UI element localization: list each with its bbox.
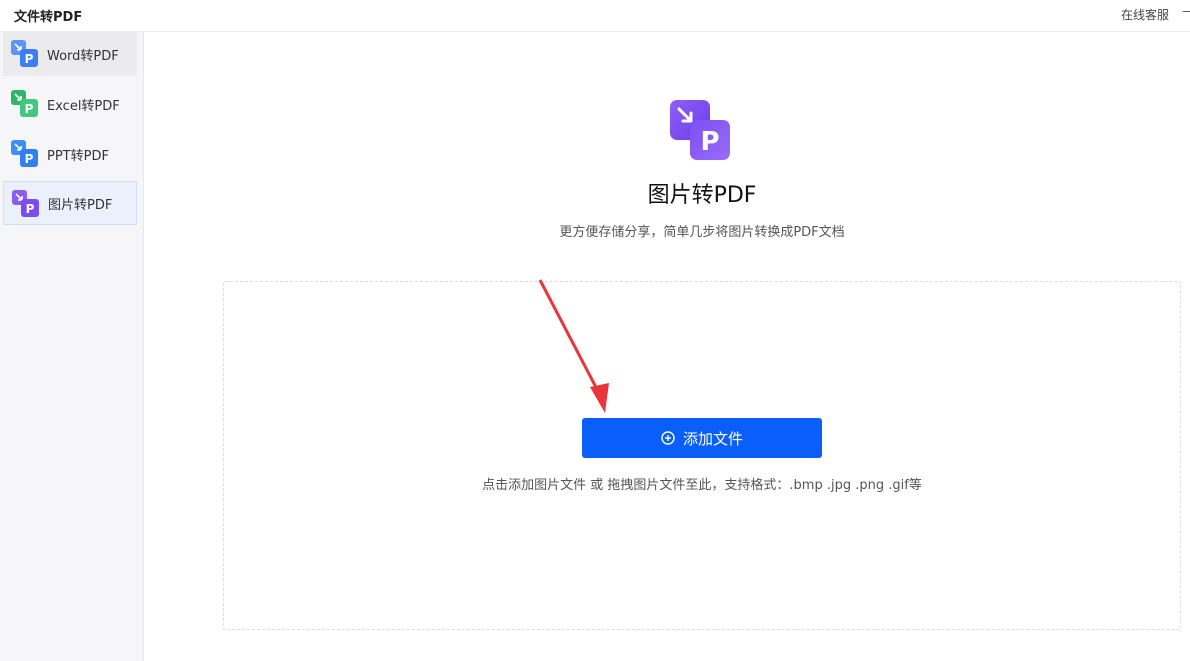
upload-hint: 点击添加图片文件 或 拖拽图片文件至此，支持格式：.bmp .jpg .png …: [482, 478, 922, 493]
image-to-pdf-icon: P: [670, 100, 730, 160]
app-title: 文件转PDF: [14, 10, 83, 25]
svg-text:P: P: [25, 102, 34, 116]
sidebar-item-excel-to-pdf[interactable]: P Excel转PDF: [3, 82, 137, 126]
sidebar-item-label: Word转PDF: [47, 48, 119, 64]
add-file-label: 添加文件: [682, 429, 743, 448]
online-support-link[interactable]: 在线客服: [1121, 6, 1169, 23]
add-file-button[interactable]: 添加文件: [582, 418, 822, 458]
page-subtitle: 更方便存储分享，简单几步将图片转换成PDF文档: [559, 225, 845, 240]
annotation-arrow-icon: [538, 279, 609, 413]
svg-text:P: P: [25, 52, 34, 66]
ppt-to-pdf-icon: P: [11, 140, 38, 167]
sidebar: P Word转PDF P Excel转PDF P PPT转PDF P 图片转PD…: [0, 32, 144, 661]
sidebar-item-ppt-to-pdf[interactable]: P PPT转PDF: [3, 132, 137, 176]
page-title: 图片转PDF: [647, 183, 757, 208]
svg-text:P: P: [700, 127, 719, 157]
excel-to-pdf-icon: P: [11, 90, 38, 117]
word-to-pdf-icon: P: [11, 40, 38, 67]
sidebar-item-label: Excel转PDF: [47, 98, 120, 114]
sidebar-item-label: PPT转PDF: [47, 148, 109, 164]
sidebar-item-word-to-pdf[interactable]: P Word转PDF: [3, 32, 137, 76]
plus-circle-icon: [661, 431, 675, 445]
title-bar: 文件转PDF 在线客服 —: [0, 0, 1190, 32]
minimize-button[interactable]: —: [1182, 4, 1190, 18]
svg-text:P: P: [25, 152, 34, 166]
